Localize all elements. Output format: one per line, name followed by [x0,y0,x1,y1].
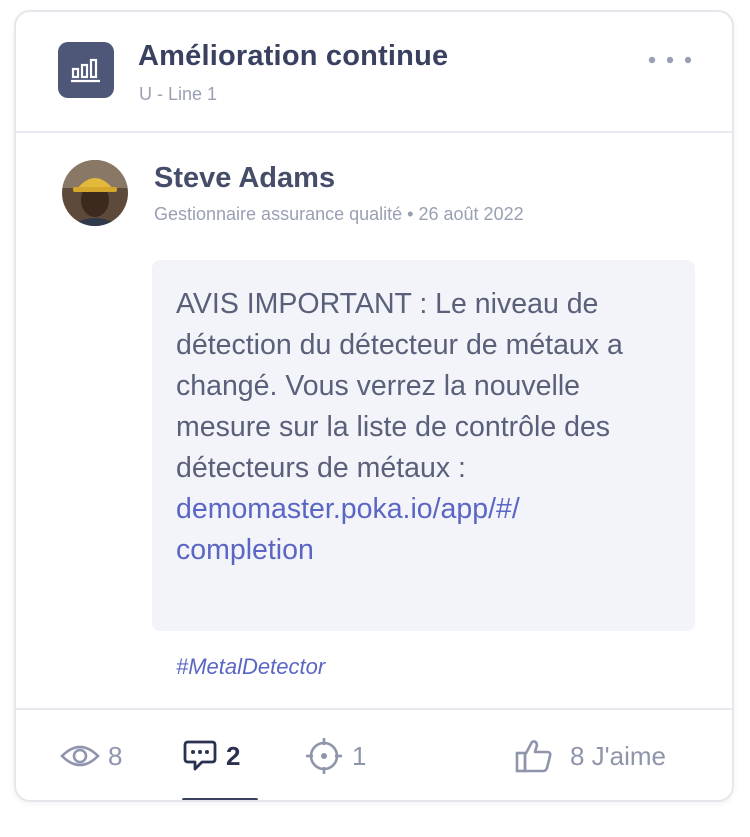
post-date: 26 août 2022 [418,204,524,224]
message-box: AVIS IMPORTANT : Le niveau de détection … [152,260,695,631]
message-link-line1: demomaster.poka.io/app/#/ [176,493,520,525]
comment-icon [183,740,217,771]
channel-title[interactable]: Amélioration continue [138,40,448,73]
channel-subtitle: U - Line 1 [139,84,218,104]
message-link[interactable]: demomaster.poka.io/app/#/ completion [176,489,671,571]
post-footer: 8 2 1 8 J'aime [16,708,732,800]
active-tab-indicator [182,798,258,800]
post-header: Amélioration continue U - Line 1 [16,12,732,133]
bar-chart-icon [58,42,114,98]
hashtag-link[interactable]: #MetalDetector [176,654,325,680]
like-button[interactable]: 8 J'aime [514,736,666,776]
message-link-line2: completion [176,534,314,566]
more-options-button[interactable] [644,48,696,72]
more-horizontal-icon [648,56,692,64]
targets-count: 1 [352,740,367,771]
thumbs-up-icon [515,740,552,773]
comments-tab[interactable]: 2 [182,736,240,776]
author-meta: Gestionnaire assurance qualité • 26 août… [154,204,524,225]
author-name[interactable]: Steve Adams [154,162,335,195]
targets-button[interactable]: 1 [304,736,366,776]
meta-separator: • [407,204,414,224]
target-icon [306,738,342,774]
views-button[interactable]: 8 [60,736,122,776]
author-role: Gestionnaire assurance qualité [154,204,403,224]
post-card: Amélioration continue U - Line 1 Steve A… [14,10,734,802]
avatar[interactable] [62,160,128,226]
views-count: 8 [108,740,123,771]
comments-count: 2 [226,740,241,771]
message-body: AVIS IMPORTANT : Le niveau de détection … [176,288,623,484]
likes-label: 8 J'aime [570,740,667,771]
eye-icon [60,745,100,767]
